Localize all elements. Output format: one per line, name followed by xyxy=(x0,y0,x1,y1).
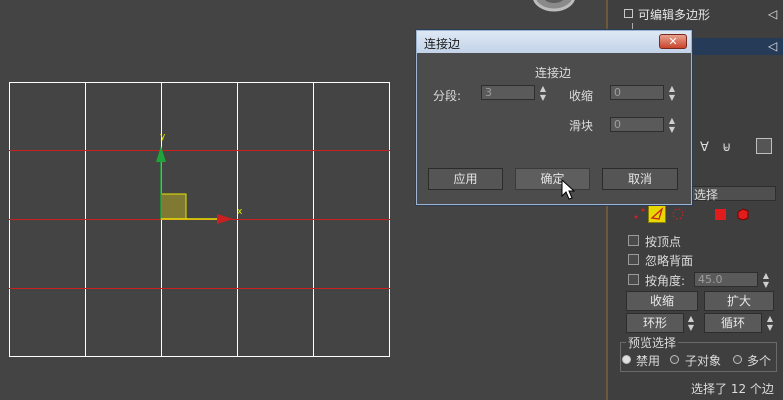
transform-gizmo: y x xyxy=(156,132,243,224)
preview-subobject-radio[interactable] xyxy=(670,355,679,364)
preview-multi-label: 多个 xyxy=(747,354,772,368)
gizmo-x-label: x xyxy=(237,207,243,217)
edge-mode-active-icon[interactable] xyxy=(648,205,666,223)
preview-subobject-label: 子对象 xyxy=(685,354,722,368)
gizmo-xy-plane-handle xyxy=(160,193,187,220)
gizmo-x-arrow xyxy=(217,214,233,224)
by-vertex-label: 按顶点 xyxy=(645,235,682,249)
selection-status: 选择了 12 个边 xyxy=(691,382,774,396)
segments-field[interactable]: 3 xyxy=(481,85,535,100)
remove-modifier-icon[interactable]: ⊌ xyxy=(722,140,732,155)
by-vertex-checkbox[interactable] xyxy=(628,235,639,246)
preview-off-label: 禁用 xyxy=(636,354,661,368)
border-mode-icon[interactable] xyxy=(670,206,686,222)
by-angle-field[interactable]: 45.0 xyxy=(694,272,758,287)
gizmo-y-label: y xyxy=(160,132,166,142)
pinch-spinner[interactable]: ▲ ▼ xyxy=(667,84,677,102)
ignore-backfacing-checkbox[interactable] xyxy=(628,254,639,265)
slide-label: 滑块 xyxy=(569,119,594,133)
stack-toggle-icon[interactable] xyxy=(624,9,633,18)
viewcube-compass[interactable] xyxy=(524,0,584,16)
shrink-button[interactable]: 收缩 xyxy=(626,291,698,311)
preview-selection-label: 预览选择 xyxy=(626,334,679,351)
ignore-backfacing-label: 忽略背面 xyxy=(645,254,694,268)
dialog-titlebar[interactable]: 连接边 ✕ xyxy=(417,31,691,53)
segments-label: 分段: xyxy=(433,89,462,103)
cancel-button[interactable]: 取消 xyxy=(602,168,678,190)
connect-edges-group-label: 连接边 xyxy=(535,66,572,80)
mouse-cursor-icon xyxy=(561,179,575,200)
loop-spinner[interactable]: ▲ ▼ xyxy=(765,314,775,332)
by-angle-label: 按角度: xyxy=(645,274,686,288)
loop-button[interactable]: 循环 xyxy=(704,313,762,333)
segments-spinner[interactable]: ▲ ▼ xyxy=(538,84,548,102)
close-icon[interactable]: ✕ xyxy=(659,34,687,49)
preview-off-radio[interactable] xyxy=(622,355,631,364)
plane-mesh[interactable]: y x xyxy=(9,82,391,358)
element-mode-icon[interactable] xyxy=(736,207,750,221)
ok-button[interactable]: 确定 xyxy=(515,168,590,190)
poly-mode-icon: ◁ xyxy=(768,7,778,21)
gizmo-y-arrow xyxy=(156,146,166,162)
by-angle-spinner[interactable]: ▲ ▼ xyxy=(761,271,771,289)
pinch-label: 收缩 xyxy=(569,89,594,103)
dialog-title: 连接边 xyxy=(424,37,461,51)
polygon-mode-icon[interactable] xyxy=(715,209,726,220)
preview-multi-radio[interactable] xyxy=(733,355,742,364)
ring-spinner[interactable]: ▲ ▼ xyxy=(686,314,696,332)
slide-spinner[interactable]: ▲ ▼ xyxy=(667,116,677,134)
grow-button[interactable]: 扩大 xyxy=(704,291,774,311)
configure-modifier-sets-icon[interactable] xyxy=(756,138,772,154)
slide-field[interactable]: 0 xyxy=(610,117,664,132)
apply-button[interactable]: 应用 xyxy=(428,168,503,190)
modifier-stack-item-editable-poly[interactable]: 可编辑多边形 ◁ xyxy=(618,6,783,23)
selection-rollout-title[interactable]: 选择 xyxy=(694,186,718,203)
show-end-result-icon[interactable]: ∀ xyxy=(700,140,709,155)
by-angle-checkbox[interactable] xyxy=(628,274,639,285)
ring-button[interactable]: 环形 xyxy=(626,313,684,333)
pinch-field[interactable]: 0 xyxy=(610,85,664,100)
connect-edges-dialog: 连接边 ✕ 连接边 分段: 3 ▲ ▼ 收缩 0 ▲ ▼ 滑块 0 ▲ ▼ 应用 确定… xyxy=(416,30,692,205)
vertex-mode-icon[interactable] xyxy=(632,206,646,220)
edge-mode-icon: ◁ xyxy=(768,39,778,53)
